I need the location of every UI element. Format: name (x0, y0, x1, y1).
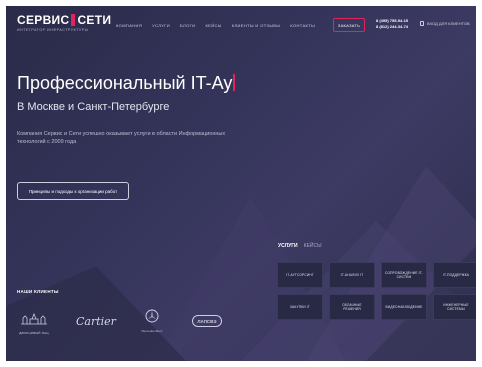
main-nav: КОМПАНИЯ УСЛУГИ БЛОГИ КЕЙСЫ КЛИЕНТЫ И ОТ… (116, 23, 315, 28)
client-logo-lapsve[interactable]: ЛАПСВЭ (192, 315, 222, 327)
nav-item-cases[interactable]: КЕЙСЫ (205, 23, 221, 28)
service-tile[interactable]: IT-ПОДДЕРЖКА (433, 262, 476, 288)
order-button[interactable]: ЗАКАЗАТЬ (333, 18, 365, 32)
service-tile[interactable]: СОПРОВОЖДЕНИЕ IT-СИСТЕМ (381, 262, 427, 288)
client-logo-dvorcovy[interactable]: ДВОРЦОВЫЙ ПАЦ (16, 312, 52, 335)
page-frame: СЕРВИС СЕТИ ИНТЕГРАТОР ИНФРАСТРУКТУРЫ КОМ… (6, 6, 476, 361)
service-tile[interactable]: ЗАКУПКИ IT (277, 294, 323, 320)
phone-numbers: 8 (495) 755-94-15 8 (812) 244-34-74 (376, 18, 408, 30)
hero-subtitle: В Москве и Санкт-Петербурге (17, 101, 170, 113)
client-logo-cartier[interactable]: Cartier (76, 315, 116, 328)
phone-spb[interactable]: 8 (812) 244-34-74 (376, 24, 408, 30)
logo-subtitle: ИНТЕГРАТОР ИНФРАСТРУКТУРЫ (17, 28, 89, 32)
logo-wordmark: СЕРВИС СЕТИ (17, 14, 111, 26)
nav-item-services[interactable]: УСЛУГИ (152, 23, 170, 28)
nav-item-contacts[interactable]: КОНТАКТЫ (290, 23, 315, 28)
typing-cursor (233, 74, 236, 91)
clients-heading: НАШИ КЛИЕНТЫ (17, 289, 59, 294)
palace-icon (21, 312, 47, 325)
logo-text-b: СЕТИ (77, 13, 112, 27)
hero-title-text: Профессиональный IT-Ау (17, 73, 233, 93)
hero-title: Профессиональный IT-Ау (17, 72, 236, 94)
service-tile[interactable]: ОБЛАЧНЫЕ РЕШЕНИЯ (329, 294, 375, 320)
service-tile[interactable]: ВИДЕОНАБЛЮДЕНИЕ (381, 294, 427, 320)
principles-button[interactable]: Принципы и подходы к организации работ (17, 182, 129, 200)
tab-services[interactable]: УСЛУГИ (278, 243, 298, 249)
client-login-link[interactable]: ВХОД ДЛЯ КЛИЕНТОВ (420, 21, 470, 26)
service-tile[interactable]: IT-АНАЛИЗ IT (329, 262, 375, 288)
nav-item-company[interactable]: КОМПАНИЯ (116, 23, 142, 28)
lock-icon (420, 21, 424, 26)
service-tile[interactable]: IT-АУТСОРСИНГ (277, 262, 323, 288)
logo-mark (71, 14, 76, 26)
client-caption-mercedes: Mercedes-Benz (141, 329, 163, 333)
hero-description: Компания Сервис и Сети успешно оказывает… (17, 131, 226, 145)
logo-text-a: СЕРВИС (17, 13, 70, 27)
logo[interactable]: СЕРВИС СЕТИ ИНТЕГРАТОР ИНФРАСТРУКТУРЫ (17, 14, 111, 36)
service-tile[interactable]: ИНЖЕНЕРНЫЕ СИСТЕМЫ (433, 294, 476, 320)
services-grid: IT-АУТСОРСИНГ IT-АНАЛИЗ IT СОПРОВОЖДЕНИЕ… (277, 262, 476, 320)
nav-item-blogs[interactable]: БЛОГИ (180, 23, 195, 28)
client-login-label: ВХОД ДЛЯ КЛИЕНТОВ (427, 21, 470, 26)
client-logo-mercedes[interactable]: Mercedes-Benz (136, 309, 168, 333)
tab-cases[interactable]: КЕЙСЫ (304, 243, 322, 249)
services-tabs: УСЛУГИ КЕЙСЫ (278, 243, 322, 249)
nav-item-clients-reviews[interactable]: КЛИЕНТЫ И ОТЗЫВЫ (232, 23, 281, 28)
mercedes-star-icon (145, 309, 159, 323)
client-caption-dvorcovy: ДВОРЦОВЫЙ ПАЦ (19, 331, 49, 335)
